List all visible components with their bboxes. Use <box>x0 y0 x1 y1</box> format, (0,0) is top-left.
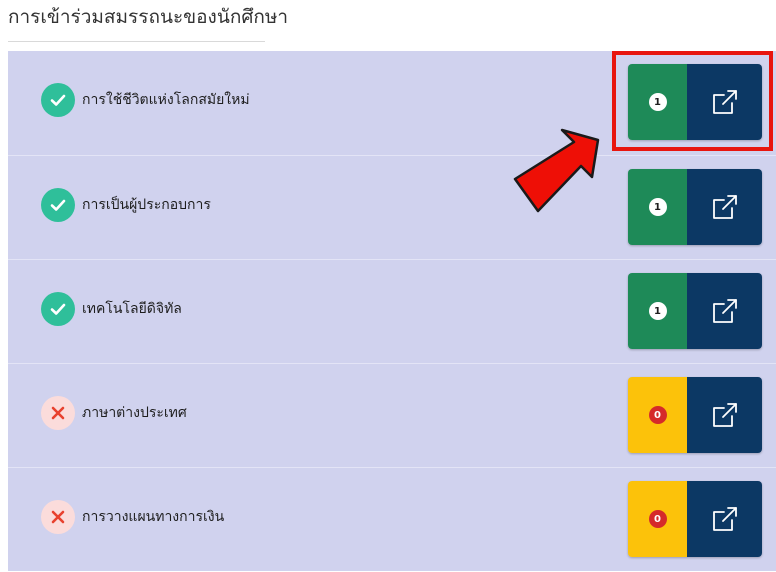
pointer-arrow-icon <box>513 128 600 213</box>
